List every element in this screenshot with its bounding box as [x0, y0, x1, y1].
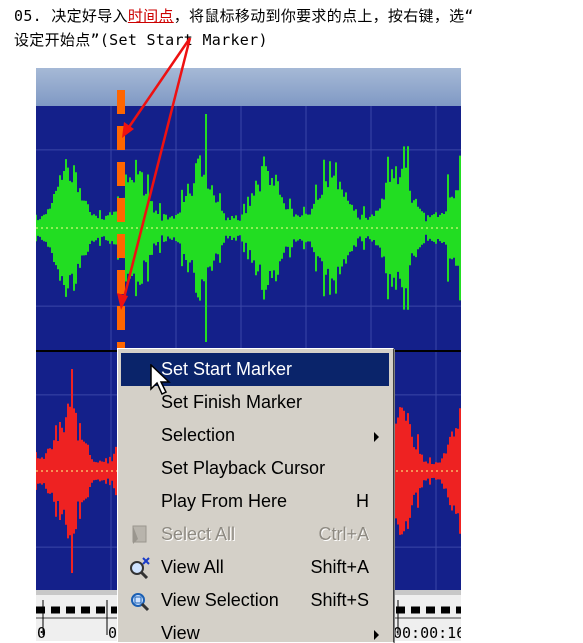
zoom-out-icon	[130, 557, 150, 579]
menu-item-label: View	[161, 623, 200, 643]
ruler-label-1: 0	[37, 624, 46, 641]
instruction-text-cont: ，将鼠标移动到你要求的点上，按右键，选“	[173, 7, 474, 25]
waveform-green	[36, 106, 461, 350]
menu-item-label: Set Playback Cursor	[161, 458, 326, 478]
highlighted-term: 时间点	[127, 7, 174, 25]
menu-item-select-all[interactable]: Select All Ctrl+A	[121, 518, 389, 551]
instruction-text: 05. 决定好导入	[14, 7, 128, 25]
instruction-line-2: 设定开始点”(Set Start Marker)	[14, 31, 268, 49]
zoom-selection-icon	[131, 593, 150, 612]
ruler-label-3: 00:00:16	[393, 624, 461, 641]
submenu-arrow-icon	[374, 630, 379, 640]
menu-shortcut: H	[356, 491, 369, 511]
ruler-label-2: 0	[108, 624, 117, 641]
instruction-line-1: 05. 决定好导入时间点，将鼠标移动到你要求的点上，按右键，选“	[14, 6, 474, 26]
menu-item-label: View All	[161, 557, 224, 577]
menu-item-selection[interactable]: Selection	[121, 419, 389, 452]
waveform-track-top[interactable]	[36, 106, 461, 350]
menu-shortcut: Ctrl+A	[318, 524, 369, 544]
menu-item-label: Set Finish Marker	[161, 392, 303, 412]
menu-item-view-all[interactable]: View All Shift+A	[121, 551, 389, 584]
menu-shortcut: Shift+S	[310, 590, 369, 610]
menu-item-label: Selection	[161, 425, 236, 445]
menu-item-view[interactable]: View	[121, 617, 389, 643]
mouse-cursor-icon	[150, 364, 171, 396]
select-all-icon	[132, 525, 147, 544]
menu-item-set-playback-cursor[interactable]: Set Playback Cursor	[121, 452, 389, 485]
menu-shortcut: Shift+A	[310, 557, 369, 577]
menu-item-label: Select All	[161, 524, 236, 544]
menu-item-label: View Selection	[161, 590, 279, 610]
submenu-arrow-icon	[374, 432, 379, 442]
menu-item-label: Play From Here	[161, 491, 288, 511]
menu-item-label: Set Start Marker	[161, 359, 293, 379]
editor-toolbar	[36, 68, 461, 106]
menu-item-view-selection[interactable]: View Selection Shift+S	[121, 584, 389, 617]
menu-item-play-from-here[interactable]: Play From Here H	[121, 485, 389, 518]
